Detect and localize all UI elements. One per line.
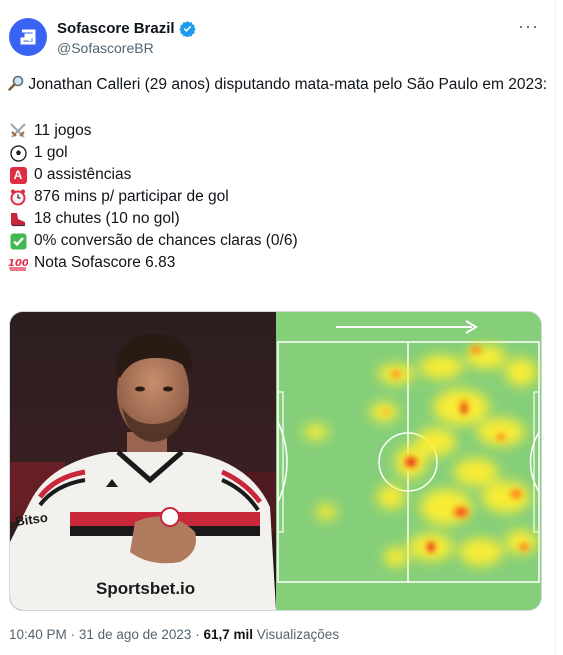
boot-icon [8, 210, 28, 228]
account-name-row[interactable]: Sofascore Brazil [57, 20, 196, 37]
footer-separator: · [195, 627, 200, 642]
stat-line: 0% conversão de chances claras (0/6) [8, 230, 548, 252]
shirt-sponsor-text: Sportsbet.io [96, 579, 195, 598]
player-photo-art: Sportsbet.io Bitso [10, 312, 276, 610]
tweet-time[interactable]: 10:40 PM [9, 627, 67, 642]
soccer-ball-icon [8, 144, 28, 162]
stat-line: 18 chutes (10 no gol) [8, 208, 548, 230]
avatar[interactable] [9, 18, 47, 56]
sofascore-logo-icon [20, 29, 36, 45]
views-label: Visualizações [256, 627, 340, 642]
more-options-icon[interactable]: ··· [518, 16, 539, 37]
letter-a-icon: A [8, 166, 28, 184]
account-name[interactable]: Sofascore Brazil [57, 20, 175, 37]
column-border [555, 0, 556, 655]
stat-goals: 1 gol [34, 144, 68, 161]
crossed-swords-icon [8, 122, 28, 140]
tweet-intro-text: Jonathan Calleri (29 anos) disputando ma… [28, 76, 548, 93]
tweet-text: Jonathan Calleri (29 anos) disputando ma… [8, 74, 548, 274]
heatmap[interactable] [276, 312, 541, 610]
stat-assists: 0 assistências [34, 166, 132, 183]
account-handle[interactable]: @SofascoreBR [57, 40, 154, 56]
check-mark-icon [8, 232, 28, 250]
footer-separator: · [70, 627, 76, 642]
hundred-points-icon: 100 [8, 254, 28, 272]
magnifier-icon [8, 75, 24, 98]
stat-line: 100 Nota Sofascore 6.83 [8, 252, 548, 274]
tweet-card: Sofascore Brazil @SofascoreBR ··· Jonath… [0, 0, 555, 655]
stat-conversion: 0% conversão de chances claras (0/6) [34, 232, 298, 249]
stat-shots: 18 chutes (10 no gol) [34, 210, 180, 227]
stat-line: 876 mins p/ participar de gol [8, 186, 548, 208]
stat-line: 1 gol [8, 142, 548, 164]
stat-line: 11 jogos [8, 120, 548, 142]
alarm-clock-icon [8, 188, 28, 206]
tweet-date[interactable]: 31 de ago de 2023 [79, 627, 192, 642]
tweet-footer: 10:40 PM · 31 de ago de 2023 · 61,7 mil … [9, 627, 339, 642]
media-image[interactable]: Sportsbet.io Bitso [9, 311, 542, 611]
stat-games: 11 jogos [34, 122, 92, 139]
player-photo[interactable]: Sportsbet.io Bitso [10, 312, 276, 610]
stat-minutes: 876 mins p/ participar de gol [34, 188, 229, 205]
stat-rating: Nota Sofascore 6.83 [34, 254, 176, 271]
views-count[interactable]: 61,7 mil [203, 627, 253, 642]
tweet-intro: Jonathan Calleri (29 anos) disputando ma… [8, 74, 548, 98]
heatmap-art [276, 312, 541, 610]
verified-badge-icon [178, 21, 196, 37]
stat-line: A 0 assistências [8, 164, 548, 186]
